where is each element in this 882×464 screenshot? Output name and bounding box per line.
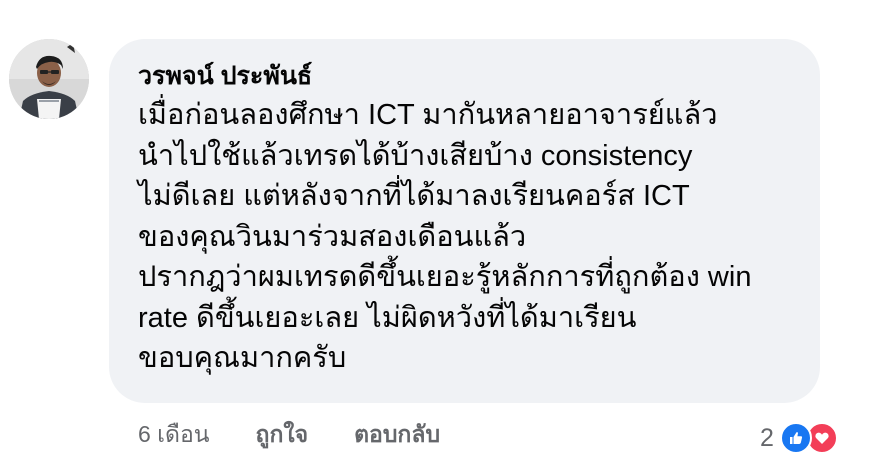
reactions-summary[interactable]: 2	[760, 421, 838, 455]
avatar-photo	[9, 39, 89, 119]
comment-line: ของคุณวินมาร่วมสองเดือนแล้ว	[138, 220, 527, 253]
comment-line: ขอบคุณมากครับ	[138, 342, 347, 374]
comment-line: ไม่ดีเลย แต่หลังจากที่ได้มาลงเรียนคอร์ส …	[138, 180, 690, 212]
comment-actions: 6 เดือน ถูกใจ ตอบกลับ	[138, 417, 440, 453]
comment-author[interactable]: วรพจน์ ประพันธ์	[138, 61, 800, 91]
comment-line: เมื่อก่อนลองศึกษา ICT มากันหลายอาจารย์แล…	[138, 99, 718, 131]
avatar[interactable]	[9, 39, 89, 119]
comment-thread: วรพจน์ ประพันธ์ เมื่อก่อนลองศึกษา ICT มา…	[0, 0, 882, 464]
comment-line: ปรากฎว่าผมเทรดดีขึ้นเยอะรู้หลักการที่ถูก…	[138, 261, 752, 293]
comment-text: เมื่อก่อนลองศึกษา ICT มากันหลายอาจารย์แล…	[138, 95, 800, 379]
comment-line: นำไปใช้แล้วเทรดได้บ้างเสียบ้าง consisten…	[138, 139, 693, 172]
reaction-count: 2	[760, 423, 774, 452]
comment-bubble: วรพจน์ ประพันธ์ เมื่อก่อนลองศึกษา ICT มา…	[109, 39, 820, 403]
comment-timestamp[interactable]: 6 เดือน	[138, 417, 210, 453]
reply-button[interactable]: ตอบกลับ	[354, 417, 440, 453]
like-icon	[779, 422, 812, 454]
comment-line: rate ดีขึ้นเยอะเลย ไม่ผิดหวังที่ได้มาเรี…	[138, 301, 637, 334]
like-button[interactable]: ถูกใจ	[256, 417, 309, 453]
